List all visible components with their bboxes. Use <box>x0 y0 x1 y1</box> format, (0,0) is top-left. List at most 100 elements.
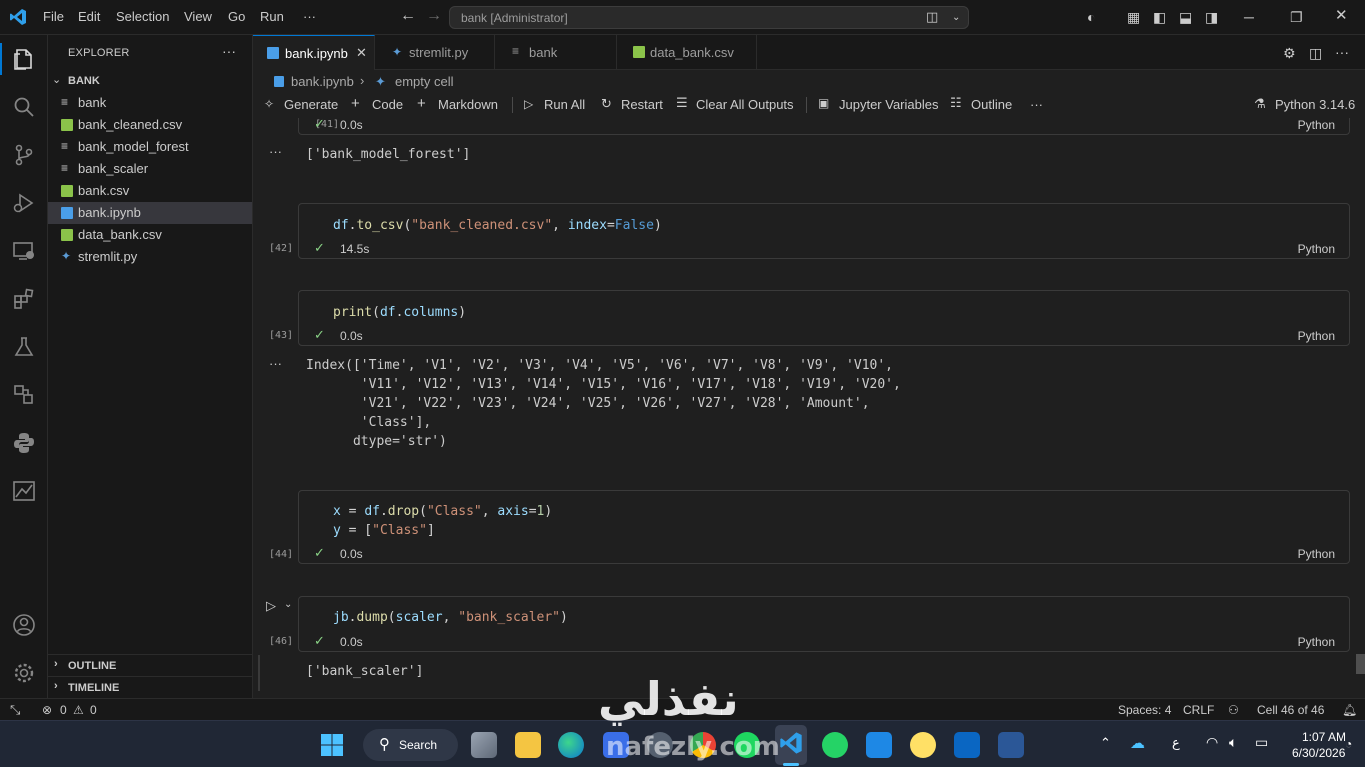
file-explorer-icon[interactable] <box>515 732 541 758</box>
file-item[interactable]: ≡ bank_scaler <box>48 158 252 180</box>
code-cell-43[interactable]: print(df.columns) ✓ 0.0s Python <box>298 290 1350 346</box>
close-window-icon[interactable]: ✕ <box>1335 8 1348 23</box>
cell-language[interactable]: Python <box>1298 329 1335 343</box>
command-center[interactable]: bank [Administrator] ◫ ⌄ <box>449 6 969 29</box>
copilot-chat-icon[interactable]: ◫ <box>926 10 938 24</box>
clock-time[interactable]: 1:07 AM <box>1302 730 1346 744</box>
run-all-button[interactable]: Run All <box>544 97 585 112</box>
file-item[interactable]: bank_cleaned.csv <box>48 114 252 136</box>
cell-language[interactable]: Python <box>1298 118 1335 132</box>
code-cell-44[interactable]: x = df.drop("Class", axis=1) y = ["Class… <box>298 490 1350 564</box>
line-endings[interactable]: CRLF <box>1183 703 1214 717</box>
file-item[interactable]: ≡ bank_model_forest <box>48 136 252 158</box>
windows-start-icon[interactable] <box>320 733 344 757</box>
tab-bank-ipynb[interactable]: bank.ipynb ✕ <box>253 35 375 70</box>
outline-button[interactable]: Outline <box>971 97 1012 112</box>
cell-language[interactable]: Python <box>1298 242 1335 256</box>
wifi-icon[interactable]: ◠ <box>1206 734 1218 751</box>
search-icon[interactable] <box>12 95 36 119</box>
tab-bank[interactable]: ≡ bank <box>495 35 617 70</box>
explorer-icon[interactable] <box>12 47 36 71</box>
folder-bank[interactable]: ⌄ BANK <box>48 70 252 92</box>
lightbulb-app-icon[interactable] <box>910 732 936 758</box>
chevron-up-icon[interactable]: ⌃ <box>1100 735 1111 751</box>
run-debug-icon[interactable] <box>12 191 36 215</box>
menu-run[interactable]: Run <box>260 9 284 24</box>
chevron-down-icon[interactable]: ⌄ <box>284 599 292 610</box>
code-cell-42[interactable]: df.to_csv("bank_cleaned.csv", index=Fals… <box>298 203 1350 259</box>
testing-icon[interactable] <box>12 335 36 359</box>
jupyter-icon[interactable] <box>12 383 36 407</box>
tab-stremlit-py[interactable]: ✦ stremlit.py <box>375 35 495 70</box>
menu-more[interactable]: ··· <box>303 9 316 24</box>
kernel-picker[interactable]: Python 3.14.6 <box>1275 97 1355 112</box>
more-actions-button[interactable]: ··· <box>1030 97 1043 112</box>
menu-selection[interactable]: Selection <box>116 9 169 24</box>
run-cell-icon[interactable]: ▷ <box>266 598 276 614</box>
file-item[interactable]: ✦ stremlit.py <box>48 246 252 268</box>
edge-browser-icon[interactable] <box>558 732 584 758</box>
menu-edit[interactable]: Edit <box>78 9 100 24</box>
code-cell-41[interactable]: [41] ✓ 0.0s Python <box>298 118 1350 135</box>
battery-icon[interactable]: ▭ <box>1255 734 1268 751</box>
clock-date[interactable]: 6/30/2026 <box>1292 746 1345 760</box>
whatsapp-icon[interactable] <box>822 732 848 758</box>
warning-count[interactable]: 0 <box>90 703 97 717</box>
file-item[interactable]: ≡ bank <box>48 92 252 114</box>
indentation[interactable]: Spaces: 4 <box>1118 703 1171 717</box>
more-actions-icon[interactable]: ··· <box>222 43 236 59</box>
file-item[interactable]: bank.csv <box>48 180 252 202</box>
jupyter-variables-button[interactable]: Jupyter Variables <box>839 97 938 112</box>
scrollbar-thumb[interactable] <box>1356 654 1365 674</box>
volume-icon[interactable]: 🔈︎ <box>1229 734 1237 751</box>
tab-data-bank-csv[interactable]: data_bank.csv <box>617 35 757 70</box>
breadcrumb-file[interactable]: bank.ipynb <box>291 74 354 89</box>
app-blue-icon[interactable] <box>866 732 892 758</box>
gear-icon[interactable]: ⚙ <box>1283 46 1296 60</box>
account-icon[interactable] <box>12 613 36 637</box>
timeline-section[interactable]: › TIMELINE <box>48 676 252 698</box>
output-more-icon[interactable]: ··· <box>269 356 282 371</box>
restore-icon[interactable]: ❐ <box>1290 10 1303 24</box>
settings-gear-icon[interactable] <box>12 661 36 685</box>
toggle-sidebar-icon[interactable]: ◧ <box>1153 10 1166 24</box>
python-icon[interactable] <box>12 431 36 455</box>
linkedin-icon[interactable] <box>954 732 980 758</box>
menu-view[interactable]: View <box>184 9 212 24</box>
copilot-status-icon[interactable]: ⚇ <box>1228 703 1239 717</box>
remote-indicator-icon[interactable]: ⤡ <box>10 702 20 718</box>
chart-icon[interactable] <box>12 479 36 503</box>
extensions-icon[interactable] <box>12 287 36 311</box>
toggle-panel-icon[interactable]: ⬓ <box>1179 10 1192 24</box>
file-item[interactable]: data_bank.csv <box>48 224 252 246</box>
analytics-app-icon[interactable] <box>998 732 1024 758</box>
cell-language[interactable]: Python <box>1298 547 1335 561</box>
customize-layout-icon[interactable]: ▦ <box>1127 10 1140 24</box>
task-view-icon[interactable] <box>471 732 497 758</box>
clear-all-outputs-button[interactable]: Clear All Outputs <box>696 97 794 112</box>
source-control-icon[interactable] <box>12 143 36 167</box>
vscode-taskbar-icon[interactable] <box>779 731 803 755</box>
error-count[interactable]: 0 <box>60 703 67 717</box>
close-tab-icon[interactable]: ✕ <box>356 45 367 61</box>
breadcrumb-cell[interactable]: empty cell <box>395 74 454 89</box>
chevron-down-icon[interactable]: ⌄ <box>952 11 960 25</box>
menu-go[interactable]: Go <box>228 9 245 24</box>
outline-section[interactable]: › OUTLINE <box>48 654 252 676</box>
add-markdown-button[interactable]: Markdown <box>438 97 498 112</box>
output-more-icon[interactable]: ··· <box>269 144 282 159</box>
back-arrow-icon[interactable]: ← <box>400 8 416 24</box>
minimize-icon[interactable]: ─ <box>1244 10 1254 24</box>
generate-button[interactable]: Generate <box>284 97 338 112</box>
cell-position[interactable]: Cell 46 of 46 <box>1257 703 1324 717</box>
file-item[interactable]: bank.ipynb <box>48 202 252 224</box>
notification-center-icon[interactable]: ◔ <box>1345 737 1352 751</box>
forward-arrow-icon[interactable]: → <box>426 8 442 24</box>
cell-language[interactable]: Python <box>1298 635 1335 649</box>
split-editor-icon[interactable]: ◫ <box>1309 46 1322 60</box>
remote-explorer-icon[interactable] <box>12 239 36 263</box>
notifications-bell-icon[interactable]: 🔔︎ <box>1342 703 1357 717</box>
taskbar-search[interactable]: ⚲ Search <box>363 729 458 761</box>
copilot-icon[interactable]: ◐ <box>1087 10 1095 24</box>
more-actions-icon[interactable]: ··· <box>1335 45 1349 59</box>
